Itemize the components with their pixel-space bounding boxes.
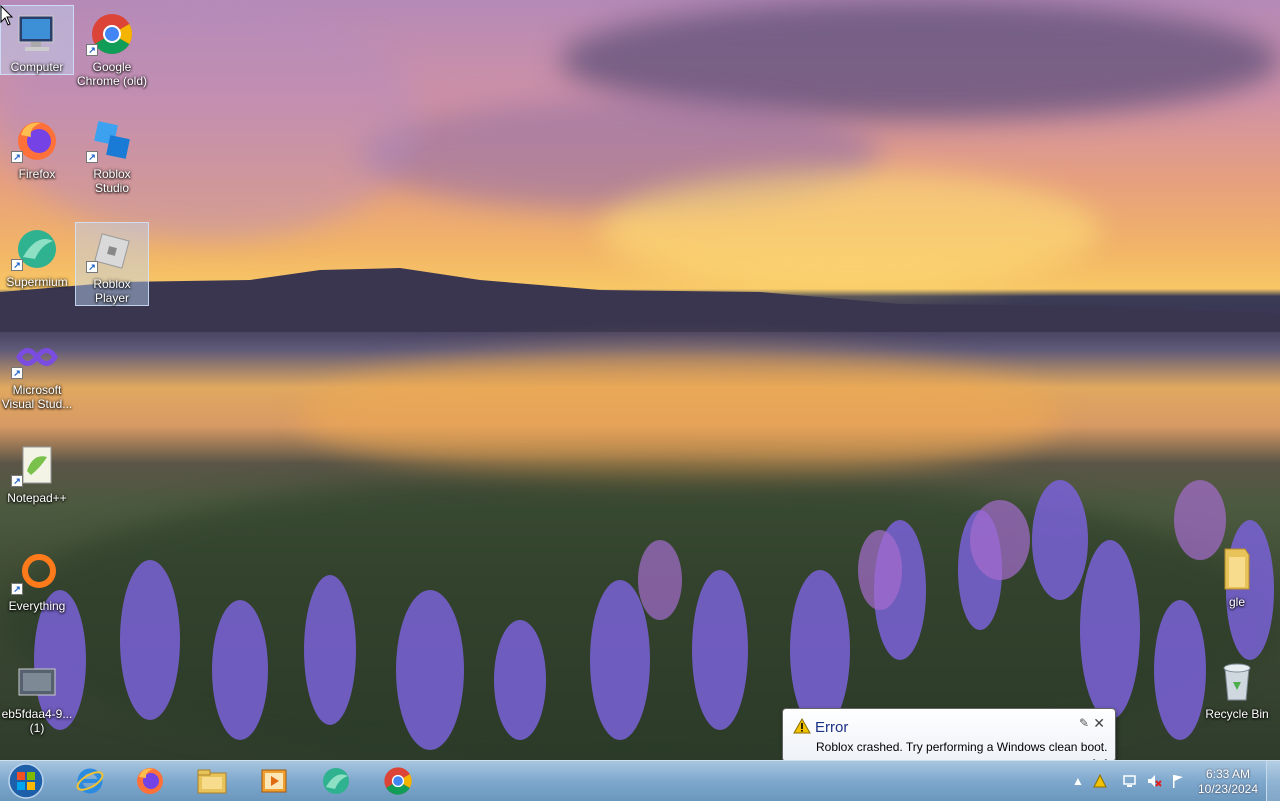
desktop-icon-visual-studio[interactable]: ↗ Microsoft Visual Stud...	[0, 328, 74, 412]
desktop-icon-roblox-player[interactable]: ↗ Roblox Player	[75, 222, 149, 306]
computer-icon	[13, 10, 61, 58]
roblox-studio-icon: ↗	[86, 117, 136, 165]
desktop-icon-label: Roblox Player	[93, 277, 131, 305]
system-clock[interactable]: 6:33 AM 10/23/2024	[1190, 767, 1266, 797]
firefox-icon: ↗	[11, 117, 61, 165]
warning-icon	[793, 718, 811, 734]
pin-icon[interactable]: ✎	[1079, 716, 1089, 730]
clock-time: 6:33 AM	[1205, 767, 1251, 781]
desktop-icon-roblox-studio[interactable]: ↗ Roblox Studio	[75, 112, 149, 196]
desktop-icon-label: eb5fdaa4-9... (1)	[1, 707, 73, 735]
desktop-icon-label: Recycle Bin	[1205, 707, 1269, 721]
shortcut-arrow-icon: ↗	[86, 44, 98, 56]
show-desktop-button[interactable]	[1266, 761, 1280, 801]
flag-icon[interactable]	[1170, 773, 1186, 789]
everything-icon: ↗	[11, 549, 61, 597]
desktop-icon-label: Google Chrome (old)	[76, 60, 148, 88]
shortcut-arrow-icon: ↗	[11, 259, 23, 271]
shortcut-arrow-icon: ↗	[11, 151, 23, 163]
desktop-icon-label: Firefox	[18, 167, 56, 181]
wallpaper-reflection	[300, 350, 1060, 480]
taskbar-file-explorer[interactable]	[186, 763, 238, 799]
volume-muted-icon[interactable]	[1146, 773, 1162, 789]
error-notification-balloon[interactable]: Error Roblox crashed. Try performing a W…	[782, 708, 1116, 769]
clock-date: 10/23/2024	[1197, 782, 1259, 796]
shortcut-arrow-icon: ↗	[86, 151, 98, 163]
taskbar-supermium[interactable]	[310, 763, 362, 799]
supermium-icon: ↗	[11, 225, 61, 273]
mouse-cursor-icon	[0, 5, 14, 26]
windows-logo-icon	[8, 763, 44, 799]
shortcut-arrow-icon: ↗	[11, 475, 23, 487]
notification-message: Roblox crashed. Try performing a Windows…	[816, 740, 1108, 754]
taskbar-internet-explorer[interactable]	[64, 763, 116, 799]
desktop-icon-label: Everything	[8, 599, 66, 613]
shortcut-arrow-icon: ↗	[86, 261, 98, 273]
desktop-icon-notepadpp[interactable]: ↗ Notepad++	[0, 436, 74, 506]
media-player-icon	[261, 769, 287, 793]
network-icon[interactable]	[1122, 773, 1138, 789]
desktop-icon-label: gle	[1228, 595, 1245, 609]
desktop-icon-firefox[interactable]: ↗ Firefox	[0, 112, 74, 182]
desktop-icon-label: Microsoft Visual Stud...	[1, 383, 73, 411]
desktop-icon-label: Supermium	[6, 275, 68, 289]
action-center-warning-icon[interactable]	[1092, 773, 1108, 789]
shortcut-arrow-icon: ↗	[11, 583, 23, 595]
desktop-icon-label: Notepad++	[7, 491, 67, 505]
desktop-icon-recycle-bin[interactable]: Recycle Bin	[1200, 652, 1274, 722]
taskbar-firefox[interactable]	[124, 763, 176, 799]
close-icon[interactable]: ✕	[1093, 715, 1105, 732]
recycle-bin-icon	[1213, 657, 1261, 705]
folder-icon	[1213, 545, 1261, 593]
firefox-icon	[137, 768, 163, 794]
start-button[interactable]	[4, 761, 48, 801]
desktop-icon-folder-gle[interactable]: gle	[1200, 540, 1274, 610]
show-hidden-icons-icon[interactable]: ▲	[1070, 773, 1086, 789]
folder-icon	[197, 769, 227, 794]
taskbar: ▲ 6:33 AM 10/23/2024	[0, 760, 1280, 801]
visual-studio-icon: ↗	[11, 333, 61, 381]
chrome-icon	[384, 767, 412, 795]
supermium-icon	[323, 768, 349, 794]
chrome-icon: ↗	[86, 10, 136, 58]
desktop-icon-label: Roblox Studio	[93, 167, 131, 195]
ie-icon	[76, 768, 104, 794]
shortcut-arrow-icon: ↗	[11, 367, 23, 379]
notepadpp-icon: ↗	[11, 441, 61, 489]
taskbar-chrome[interactable]	[372, 763, 424, 799]
roblox-player-icon: ↗	[86, 227, 136, 275]
notification-title: Error	[815, 719, 849, 736]
desktop-wallpaper	[0, 0, 1280, 760]
wallpaper-hills	[0, 268, 1280, 332]
desktop-icon-label: Computer	[10, 60, 64, 74]
desktop-icon-video-file[interactable]: eb5fdaa4-9... (1)	[0, 652, 74, 736]
taskbar-media-player[interactable]	[248, 763, 300, 799]
video-file-icon	[13, 657, 61, 705]
desktop-icon-everything[interactable]: ↗ Everything	[0, 544, 74, 614]
desktop-icon-supermium[interactable]: ↗ Supermium	[0, 220, 74, 290]
desktop-icon-chrome-old[interactable]: ↗ Google Chrome (old)	[75, 5, 149, 89]
